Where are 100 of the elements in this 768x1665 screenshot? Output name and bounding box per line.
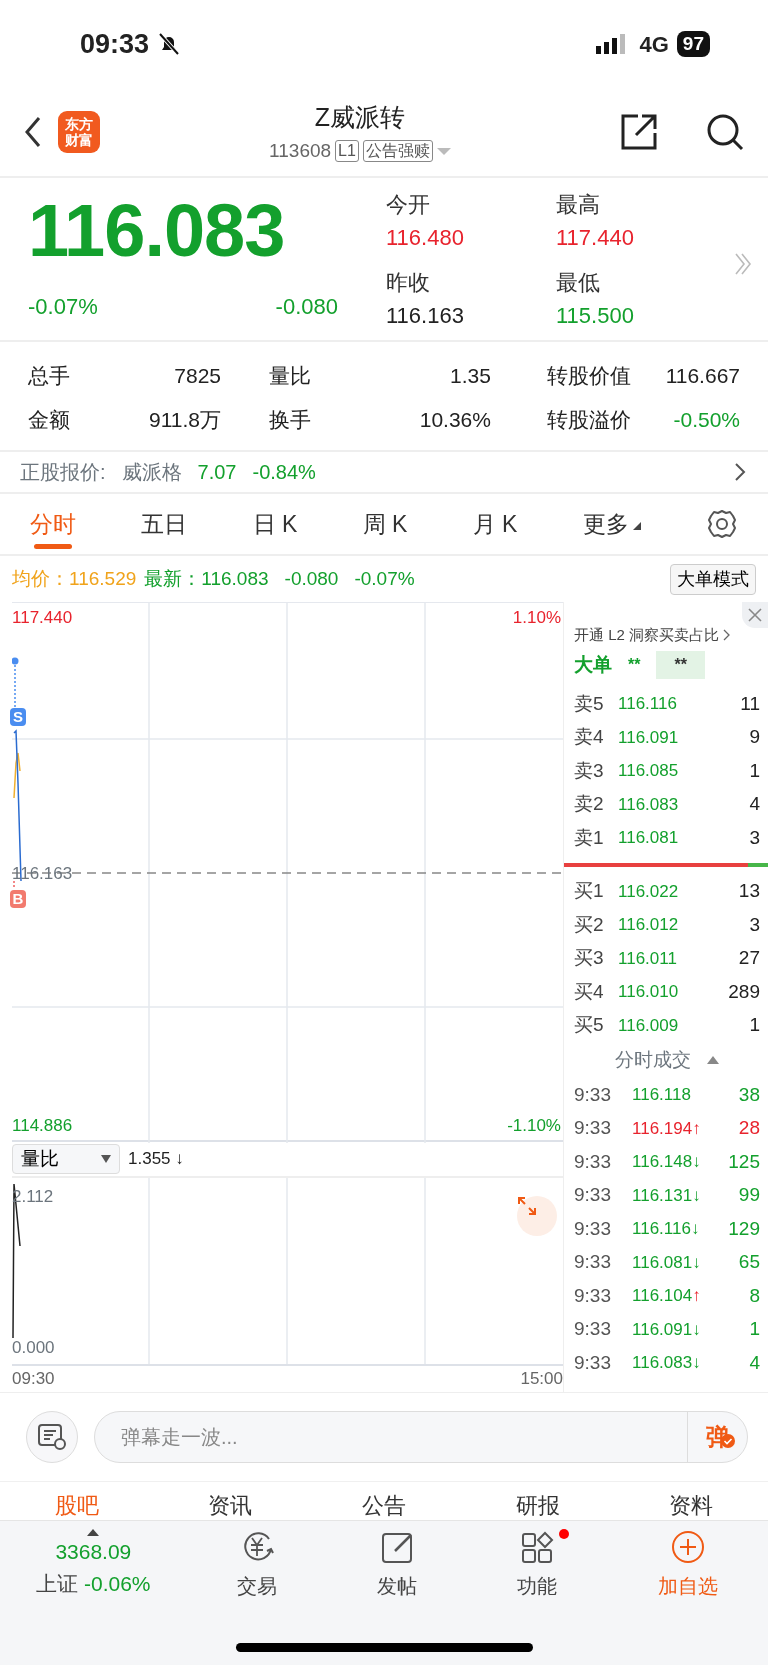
trade-arrow: ↓ <box>692 1352 701 1374</box>
latest-change: -0.080 <box>284 566 339 591</box>
section-tab[interactable]: 资料 <box>669 1492 714 1520</box>
stat-value: 7825 <box>174 363 221 390</box>
trade-volume: 8 <box>749 1283 760 1308</box>
chart-tab[interactable]: 五日 <box>141 493 188 555</box>
stock-quote-label: 正股报价: <box>20 460 106 485</box>
ask-price: 116.085 <box>618 760 679 782</box>
stat-value: 10.36% <box>419 407 491 434</box>
last-price: 116.083 <box>28 188 286 274</box>
bid-volume: 289 <box>727 979 760 1004</box>
field-value: 116.480 <box>386 224 465 252</box>
app-logo: 东方 财富 <box>58 111 100 153</box>
promo-link[interactable]: 开通 L2 洞察买卖占比 <box>574 624 720 647</box>
bid-volume: 3 <box>748 912 760 937</box>
stat-value: 911.8万 <box>149 407 221 434</box>
stat-value: -0.50% <box>673 407 740 434</box>
market-index[interactable]: 3368.09 上证 -0.06% <box>36 1529 151 1665</box>
indicator-select[interactable]: 量比 <box>12 1144 120 1174</box>
bid-label: 买3 <box>574 946 605 970</box>
field-value: 116.163 <box>386 302 465 330</box>
trade-price: 116.194 <box>632 1117 693 1140</box>
sort-icon[interactable] <box>707 1056 719 1064</box>
trade-time: 9:33 <box>574 1149 612 1174</box>
chart-tab[interactable]: 月 K <box>472 493 518 555</box>
stat-label: 转股价值 <box>547 363 631 390</box>
nav-item[interactable]: 交易 <box>222 1529 291 1665</box>
stock-code: 113608 <box>269 138 332 163</box>
trade-arrow: ↓ <box>692 1151 701 1173</box>
indicator-reading: 1.355 ↓ <box>128 1148 184 1171</box>
stock-tag: 公告强赎 <box>362 139 433 162</box>
settings-icon[interactable] <box>706 508 738 540</box>
trade-volume: 125 <box>728 1149 760 1174</box>
section-tab[interactable]: 研报 <box>515 1492 560 1520</box>
change-value: -0.080 <box>275 293 338 321</box>
buy-marker: B <box>10 890 26 908</box>
ask-volume: 11 <box>739 691 760 716</box>
back-icon[interactable] <box>24 116 42 148</box>
stat-label: 转股溢价 <box>547 407 631 434</box>
stock-title: Z威派转 <box>314 102 406 133</box>
axis-min-percent: -1.10% <box>507 1114 561 1137</box>
stat-label: 量比 <box>269 363 311 390</box>
trade-volume: 65 <box>738 1250 760 1274</box>
big-order-value: ** <box>656 650 705 679</box>
trade-price: 116.116 <box>632 1218 691 1240</box>
trade-volume: 99 <box>738 1183 760 1207</box>
field-label: 最高 <box>556 191 601 219</box>
search-icon[interactable] <box>706 113 744 151</box>
ask-label: 卖4 <box>574 725 605 749</box>
dropdown-icon <box>101 1155 111 1163</box>
trade-time: 9:33 <box>574 1317 612 1341</box>
axis-min-price: 114.886 <box>12 1114 73 1137</box>
danmaku-settings-button[interactable] <box>26 1411 78 1463</box>
trade-arrow: ↓ <box>690 1218 700 1240</box>
time-start: 09:30 <box>12 1368 55 1390</box>
chart-tab[interactable]: 更多 <box>582 493 641 555</box>
trade-volume: 1 <box>749 1317 760 1341</box>
sell-marker: S <box>10 708 26 726</box>
trade-price: 116.104 <box>632 1285 693 1307</box>
chevron-right-icon[interactable] <box>734 462 746 482</box>
trade-price: 116.081 <box>632 1251 693 1274</box>
bid-volume: 27 <box>737 946 760 970</box>
big-order-label: 大单 <box>574 652 612 677</box>
field-value: 115.500 <box>556 302 635 330</box>
trade-time: 9:33 <box>574 1283 612 1308</box>
trade-arrow: ↑ <box>692 1285 701 1307</box>
trade-time: 9:33 <box>574 1183 612 1207</box>
trade-arrow: ↑ <box>692 1117 701 1140</box>
ask-label: 卖2 <box>574 792 605 816</box>
stat-label: 换手 <box>269 407 311 434</box>
bid-label: 买2 <box>574 912 605 937</box>
ask-label: 卖1 <box>574 825 605 850</box>
chevron-right-icon <box>723 629 732 642</box>
trade-time: 9:33 <box>574 1250 612 1274</box>
time-end: 15:00 <box>520 1368 563 1390</box>
section-tab[interactable]: 资讯 <box>208 1492 253 1520</box>
trade-price: 116.091 <box>632 1318 693 1341</box>
bid-label: 买5 <box>574 1013 605 1037</box>
ask-volume: 4 <box>748 792 760 816</box>
close-button[interactable] <box>742 602 768 628</box>
big-order-mode-button[interactable]: 大单模式 <box>670 563 756 595</box>
latest-change-percent: -0.07% <box>354 566 415 591</box>
bid-price: 116.012 <box>618 914 679 936</box>
chart-tab[interactable]: 周 K <box>362 493 408 555</box>
grid-icon <box>519 1529 556 1565</box>
axis-min-value: 0.000 <box>12 1336 55 1359</box>
share-icon[interactable] <box>620 113 658 151</box>
nav-item[interactable]: 发帖 <box>363 1529 432 1665</box>
trades-title: 分时成交 <box>615 1047 691 1072</box>
section-tab[interactable]: 公告 <box>362 1492 406 1520</box>
field-label: 今开 <box>386 191 431 219</box>
danmaku-settings-icon <box>37 1423 67 1451</box>
expand-button[interactable] <box>517 1196 557 1236</box>
chart-tab[interactable]: 日 K <box>252 493 298 555</box>
bid-label: 买1 <box>574 879 605 903</box>
ask-price: 116.091 <box>618 726 679 749</box>
field-label: 昨收 <box>386 269 431 297</box>
trade-arrow: ↓ <box>692 1184 701 1207</box>
avg-price-label: 均价：116.529 <box>12 566 137 591</box>
nav-item[interactable]: 功能 <box>503 1529 572 1665</box>
